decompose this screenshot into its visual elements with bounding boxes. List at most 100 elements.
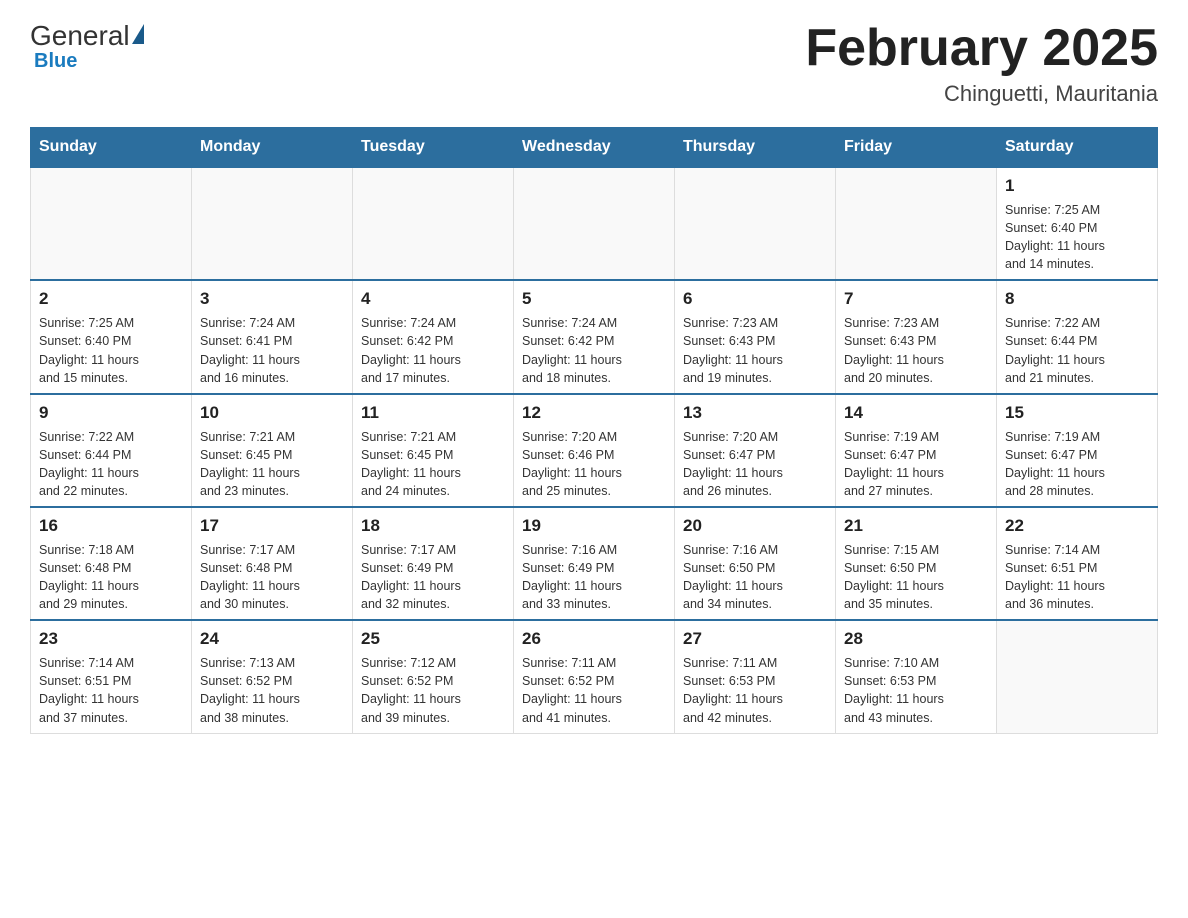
title-block: February 2025 Chinguetti, Mauritania [805,20,1158,107]
day-info: Sunrise: 7:19 AM Sunset: 6:47 PM Dayligh… [1005,428,1149,501]
day-info: Sunrise: 7:25 AM Sunset: 6:40 PM Dayligh… [1005,201,1149,274]
day-number: 11 [361,401,505,425]
calendar-cell: 21 Sunrise: 7:15 AM Sunset: 6:50 PM Dayli… [836,507,997,620]
day-number: 27 [683,627,827,651]
calendar-cell [31,167,192,280]
day-number: 20 [683,514,827,538]
day-number: 25 [361,627,505,651]
day-number: 5 [522,287,666,311]
day-info: Sunrise: 7:24 AM Sunset: 6:41 PM Dayligh… [200,314,344,387]
day-info: Sunrise: 7:17 AM Sunset: 6:48 PM Dayligh… [200,541,344,614]
day-info: Sunrise: 7:21 AM Sunset: 6:45 PM Dayligh… [361,428,505,501]
calendar-title: February 2025 [805,20,1158,77]
calendar-cell: 26 Sunrise: 7:11 AM Sunset: 6:52 PM Dayli… [514,620,675,733]
column-header-sunday: Sunday [31,128,192,168]
day-number: 26 [522,627,666,651]
day-info: Sunrise: 7:16 AM Sunset: 6:49 PM Dayligh… [522,541,666,614]
day-number: 24 [200,627,344,651]
week-row-3: 9 Sunrise: 7:22 AM Sunset: 6:44 PM Daylig… [31,394,1158,507]
column-header-tuesday: Tuesday [353,128,514,168]
week-row-5: 23Sunrise: 7:14 AM Sunset: 6:51 PM Dayli… [31,620,1158,733]
logo-blue-text: Blue [34,50,77,73]
day-number: 18 [361,514,505,538]
calendar-table: SundayMondayTuesdayWednesdayThursdayFrid… [30,127,1158,733]
calendar-cell: 16 Sunrise: 7:18 AM Sunset: 6:48 PM Dayli… [31,507,192,620]
day-number: 8 [1005,287,1149,311]
calendar-cell: 7Sunrise: 7:23 AM Sunset: 6:43 PM Daylig… [836,280,997,393]
day-info: Sunrise: 7:22 AM Sunset: 6:44 PM Dayligh… [1005,314,1149,387]
calendar-cell: 8 Sunrise: 7:22 AM Sunset: 6:44 PM Daylig… [997,280,1158,393]
calendar-cell [192,167,353,280]
calendar-cell: 28 Sunrise: 7:10 AM Sunset: 6:53 PM Dayli… [836,620,997,733]
day-info: Sunrise: 7:24 AM Sunset: 6:42 PM Dayligh… [361,314,505,387]
calendar-cell: 1 Sunrise: 7:25 AM Sunset: 6:40 PM Daylig… [997,167,1158,280]
calendar-cell: 14Sunrise: 7:19 AM Sunset: 6:47 PM Dayli… [836,394,997,507]
calendar-cell [353,167,514,280]
day-number: 21 [844,514,988,538]
day-number: 3 [200,287,344,311]
day-info: Sunrise: 7:25 AM Sunset: 6:40 PM Dayligh… [39,314,183,387]
day-info: Sunrise: 7:13 AM Sunset: 6:52 PM Dayligh… [200,654,344,727]
day-info: Sunrise: 7:15 AM Sunset: 6:50 PM Dayligh… [844,541,988,614]
column-header-friday: Friday [836,128,997,168]
calendar-cell: 18 Sunrise: 7:17 AM Sunset: 6:49 PM Dayli… [353,507,514,620]
day-number: 15 [1005,401,1149,425]
calendar-cell: 4Sunrise: 7:24 AM Sunset: 6:42 PM Daylig… [353,280,514,393]
column-header-monday: Monday [192,128,353,168]
day-info: Sunrise: 7:20 AM Sunset: 6:47 PM Dayligh… [683,428,827,501]
calendar-cell: 23Sunrise: 7:14 AM Sunset: 6:51 PM Dayli… [31,620,192,733]
calendar-subtitle: Chinguetti, Mauritania [805,81,1158,107]
calendar-cell: 11 Sunrise: 7:21 AM Sunset: 6:45 PM Dayli… [353,394,514,507]
day-number: 6 [683,287,827,311]
calendar-header: SundayMondayTuesdayWednesdayThursdayFrid… [31,128,1158,168]
calendar-cell: 15 Sunrise: 7:19 AM Sunset: 6:47 PM Dayli… [997,394,1158,507]
day-number: 2 [39,287,183,311]
day-info: Sunrise: 7:23 AM Sunset: 6:43 PM Dayligh… [844,314,988,387]
calendar-cell: 13 Sunrise: 7:20 AM Sunset: 6:47 PM Dayli… [675,394,836,507]
week-row-2: 2 Sunrise: 7:25 AM Sunset: 6:40 PM Daylig… [31,280,1158,393]
column-header-wednesday: Wednesday [514,128,675,168]
day-info: Sunrise: 7:10 AM Sunset: 6:53 PM Dayligh… [844,654,988,727]
logo: General Blue [30,20,144,73]
calendar-cell: 22Sunrise: 7:14 AM Sunset: 6:51 PM Dayli… [997,507,1158,620]
day-number: 12 [522,401,666,425]
day-number: 22 [1005,514,1149,538]
calendar-body: 1 Sunrise: 7:25 AM Sunset: 6:40 PM Daylig… [31,167,1158,733]
calendar-cell: 24 Sunrise: 7:13 AM Sunset: 6:52 PM Dayli… [192,620,353,733]
week-row-4: 16 Sunrise: 7:18 AM Sunset: 6:48 PM Dayli… [31,507,1158,620]
day-number: 28 [844,627,988,651]
day-info: Sunrise: 7:17 AM Sunset: 6:49 PM Dayligh… [361,541,505,614]
day-info: Sunrise: 7:19 AM Sunset: 6:47 PM Dayligh… [844,428,988,501]
day-number: 17 [200,514,344,538]
day-info: Sunrise: 7:11 AM Sunset: 6:53 PM Dayligh… [683,654,827,727]
day-info: Sunrise: 7:11 AM Sunset: 6:52 PM Dayligh… [522,654,666,727]
page-header: General Blue February 2025 Chinguetti, M… [30,20,1158,107]
week-row-1: 1 Sunrise: 7:25 AM Sunset: 6:40 PM Daylig… [31,167,1158,280]
logo-general-text: General [30,20,130,52]
day-info: Sunrise: 7:14 AM Sunset: 6:51 PM Dayligh… [39,654,183,727]
column-header-thursday: Thursday [675,128,836,168]
calendar-cell: 2 Sunrise: 7:25 AM Sunset: 6:40 PM Daylig… [31,280,192,393]
calendar-cell [514,167,675,280]
calendar-cell: 27 Sunrise: 7:11 AM Sunset: 6:53 PM Dayli… [675,620,836,733]
day-number: 13 [683,401,827,425]
day-info: Sunrise: 7:12 AM Sunset: 6:52 PM Dayligh… [361,654,505,727]
calendar-cell: 20 Sunrise: 7:16 AM Sunset: 6:50 PM Dayli… [675,507,836,620]
day-info: Sunrise: 7:16 AM Sunset: 6:50 PM Dayligh… [683,541,827,614]
calendar-cell: 17 Sunrise: 7:17 AM Sunset: 6:48 PM Dayli… [192,507,353,620]
day-number: 16 [39,514,183,538]
calendar-cell [836,167,997,280]
day-number: 19 [522,514,666,538]
column-header-saturday: Saturday [997,128,1158,168]
logo-triangle-icon [132,24,144,44]
calendar-cell: 25 Sunrise: 7:12 AM Sunset: 6:52 PM Dayli… [353,620,514,733]
day-info: Sunrise: 7:22 AM Sunset: 6:44 PM Dayligh… [39,428,183,501]
calendar-cell: 5Sunrise: 7:24 AM Sunset: 6:42 PM Daylig… [514,280,675,393]
calendar-cell: 12Sunrise: 7:20 AM Sunset: 6:46 PM Dayli… [514,394,675,507]
calendar-cell: 9 Sunrise: 7:22 AM Sunset: 6:44 PM Daylig… [31,394,192,507]
day-number: 1 [1005,174,1149,198]
day-number: 9 [39,401,183,425]
day-info: Sunrise: 7:23 AM Sunset: 6:43 PM Dayligh… [683,314,827,387]
calendar-cell: 19 Sunrise: 7:16 AM Sunset: 6:49 PM Dayli… [514,507,675,620]
day-info: Sunrise: 7:18 AM Sunset: 6:48 PM Dayligh… [39,541,183,614]
